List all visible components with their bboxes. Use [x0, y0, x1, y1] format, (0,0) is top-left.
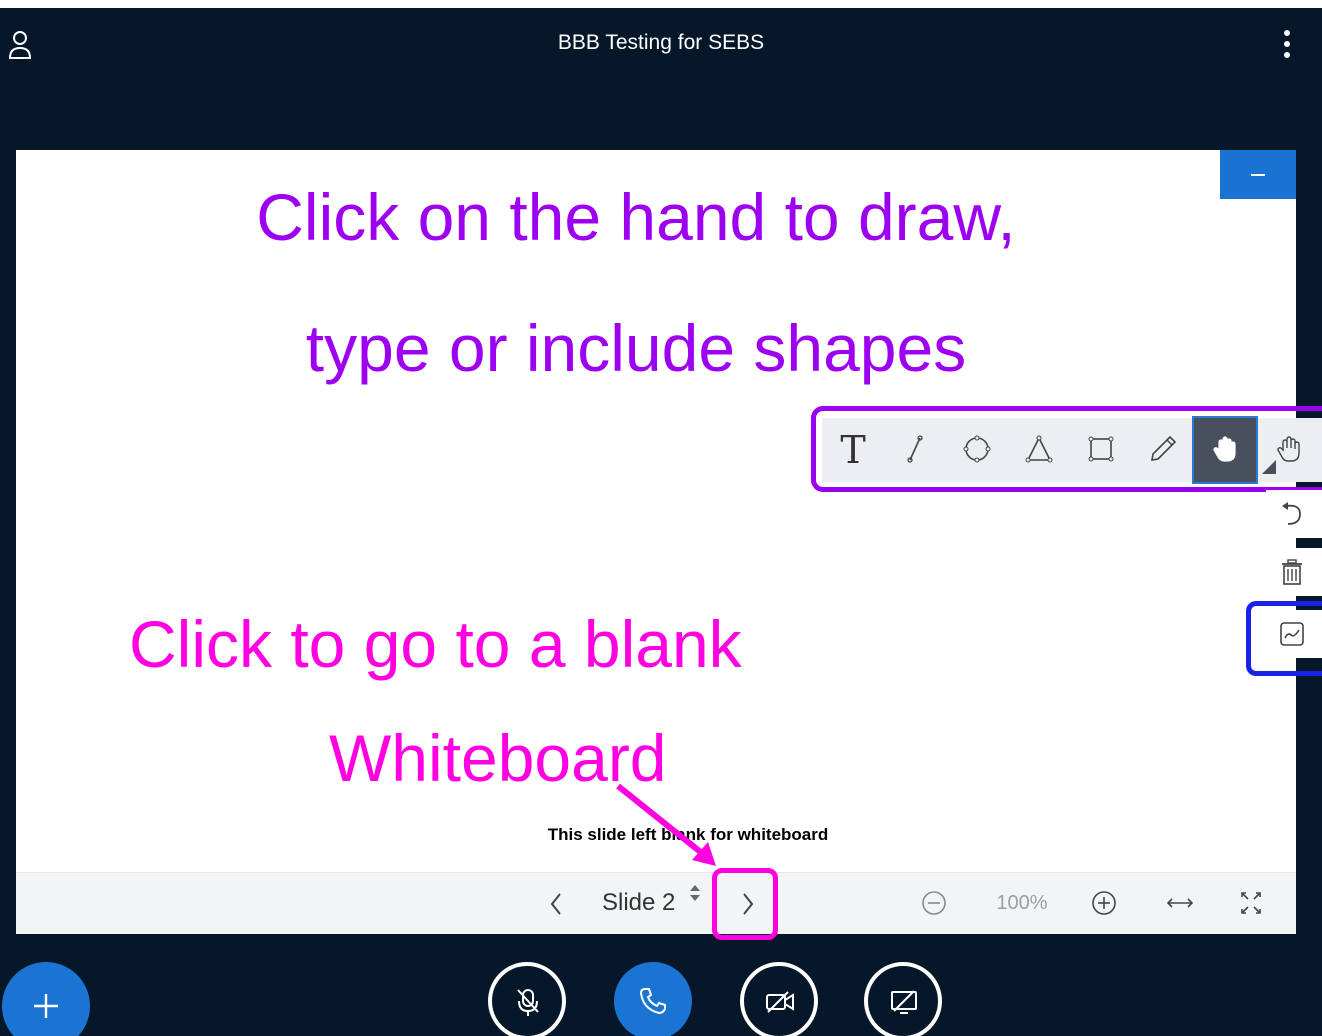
minus-icon [1251, 174, 1265, 176]
share-webcam-button[interactable] [740, 962, 818, 1036]
left-margin [0, 150, 16, 933]
fullscreen-icon [1241, 892, 1261, 914]
chevron-left-icon [550, 893, 561, 915]
undo-icon [1282, 502, 1301, 525]
meeting-title: BBB Testing for SEBS [557, 31, 765, 54]
zoom-level: 100% [996, 892, 1048, 914]
zoom-in-icon [1092, 891, 1116, 915]
screen-share-off-icon [891, 990, 917, 1014]
mute-button[interactable] [488, 962, 566, 1036]
fit-to-width-button[interactable] [1158, 873, 1202, 934]
phone-icon [639, 988, 666, 1015]
fullscreen-button[interactable] [1228, 873, 1272, 934]
fit-width-icon [1166, 898, 1194, 908]
select-arrows-icon [690, 885, 700, 901]
zoom-in-button[interactable] [1082, 873, 1126, 934]
annotation-blank-line1: Click to go to a blank [129, 607, 742, 681]
undo-button[interactable] [1266, 490, 1322, 538]
leave-audio-button[interactable] [614, 962, 692, 1036]
toolbar-highlight-frame [811, 406, 1322, 492]
add-icon [34, 994, 58, 1018]
app-window: BBB Testing for SEBS Click on the hand t… [0, 0, 1322, 1036]
trash-icon [1282, 559, 1302, 585]
right-margin [1296, 150, 1322, 933]
options-menu-icon[interactable] [1276, 28, 1298, 64]
share-screen-button[interactable] [864, 962, 942, 1036]
annotation-draw-line2: type or include shapes [305, 311, 967, 385]
clear-all-button[interactable] [1266, 548, 1322, 596]
previous-slide-button[interactable] [536, 873, 576, 934]
whiteboard-highlight-frame [1246, 601, 1322, 676]
video-off-icon [766, 991, 794, 1013]
next-slide-highlight-frame [712, 868, 778, 940]
mute-microphone-icon [517, 989, 539, 1016]
presentation-nav-bar: Slide 2 100% [16, 872, 1296, 934]
slide-label: Slide 2 [602, 889, 676, 916]
zoom-out-icon [922, 891, 946, 915]
zoom-out-button[interactable] [912, 873, 956, 934]
annotation-draw-line1: Click on the hand to draw, [256, 180, 1016, 254]
annotation-arrow [616, 783, 716, 866]
